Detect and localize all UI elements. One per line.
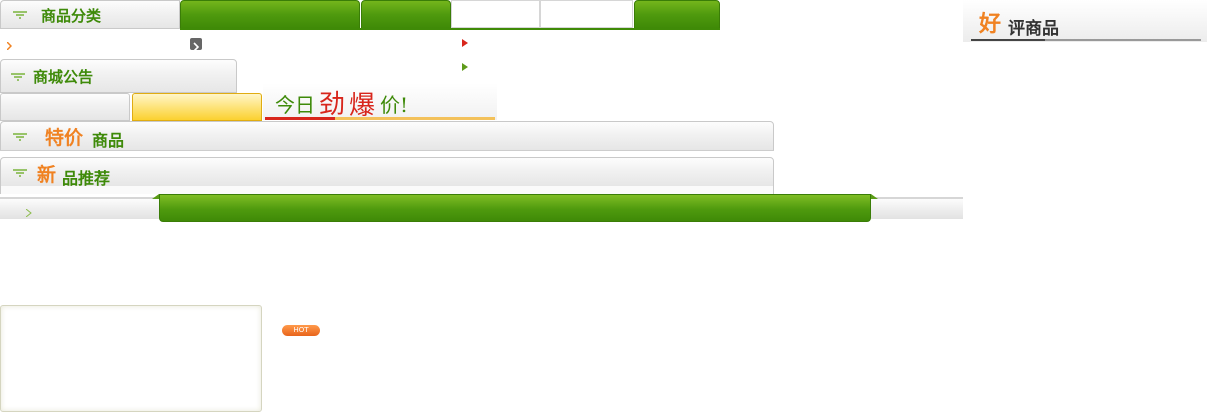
announce-header: 商城公告 — [0, 59, 237, 93]
green-arrow-icon — [13, 133, 27, 141]
promo-tab-1[interactable] — [0, 93, 130, 121]
today-big1: 劲 — [319, 90, 346, 120]
triangle-right-icon — [462, 39, 468, 47]
nav-tab-2[interactable] — [361, 0, 451, 29]
newitems-header: 新 品推荐 — [0, 157, 774, 188]
today-suffix: 价! — [380, 93, 409, 117]
footer-bar-ear-left — [152, 194, 159, 199]
today-banner: 今日 劲 爆 价! — [263, 83, 497, 121]
specials-rest: 商品 — [92, 131, 125, 150]
nav-underline — [180, 28, 720, 30]
category-title: 商品分类 — [41, 7, 102, 25]
today-prefix: 今日 — [275, 93, 315, 117]
triangle-right-icon — [462, 63, 468, 71]
footer-bar-ear-right — [871, 194, 878, 199]
green-arrow-icon — [11, 73, 25, 81]
specials-header: 特价 商品 — [0, 121, 774, 151]
announce-title: 商城公告 — [33, 68, 94, 86]
good-header: 好 评商品 — [963, 0, 1207, 42]
chevron-right-icon — [7, 42, 12, 50]
good-rest: 评商品 — [1008, 19, 1059, 39]
category-header: 商品分类 — [0, 0, 180, 29]
footer-green-bar — [159, 194, 871, 222]
triangle-right-icon — [26, 209, 32, 217]
promo-tab-2-active[interactable] — [132, 93, 262, 121]
image-frame-box — [0, 305, 262, 412]
specials-bottom-line — [0, 150, 774, 151]
nav-tab-4[interactable] — [540, 0, 633, 28]
hot-badge: HOT — [282, 325, 320, 336]
good-underline-dark — [971, 39, 1045, 41]
green-arrow-icon — [13, 169, 27, 177]
nav-tab-1[interactable] — [180, 0, 360, 29]
nav-tab-3[interactable] — [451, 0, 540, 28]
newitems-body — [0, 186, 774, 194]
specials-highlight: 特价 — [45, 127, 84, 149]
banner-underline-red — [265, 117, 335, 120]
good-highlight: 好 — [979, 12, 1002, 37]
green-arrow-icon — [13, 11, 27, 19]
banner-underline-yellow — [335, 117, 495, 120]
newitems-highlight: 新 — [37, 164, 57, 186]
chevron-box-icon[interactable] — [190, 38, 202, 52]
nav-tab-5[interactable] — [634, 0, 720, 29]
hot-badge-label: HOT — [293, 326, 309, 334]
category-row-1[interactable] — [0, 34, 205, 54]
